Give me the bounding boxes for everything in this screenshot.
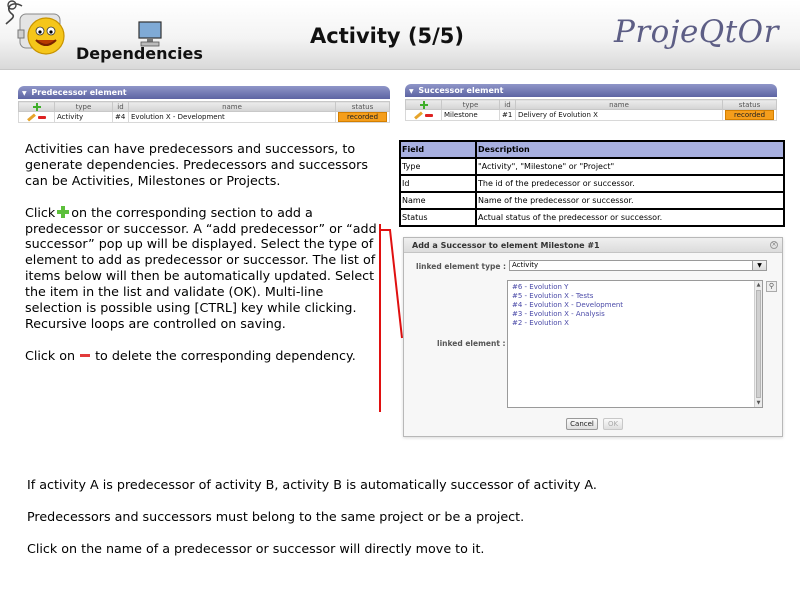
- column-header-name: name: [515, 99, 723, 110]
- field-cell: Name: [399, 191, 477, 210]
- delete-paragraph-body: to delete the corresponding dependency.: [95, 347, 356, 363]
- row-actions: [18, 111, 55, 123]
- delete-paragraph-lead: Click on: [25, 347, 76, 363]
- brand-name: ProjeQtOr: [614, 14, 779, 50]
- scrollbar-thumb[interactable]: [756, 290, 761, 398]
- cell-id: #4: [112, 111, 129, 123]
- list-item[interactable]: #5 - Evolution X - Tests: [512, 292, 762, 301]
- list-item[interactable]: #3 - Evolution X - Analysis: [512, 310, 762, 319]
- add-icon: [57, 205, 70, 218]
- dialog-title-text: Add a Successor to element Milestone #1: [412, 241, 600, 250]
- add-icon[interactable]: [419, 100, 428, 109]
- add-successor-dialog: Add a Successor to element Milestone #1 …: [403, 237, 783, 437]
- bottom-line-2: Predecessors and successors must belong …: [27, 509, 525, 524]
- successor-panel-title: Successor element: [418, 86, 504, 95]
- edit-icon[interactable]: [27, 112, 36, 122]
- table-row: Id The id of the predecessor or successor…: [399, 174, 785, 193]
- table-row: Milestone #1 Delivery of Evolution X rec…: [405, 109, 777, 121]
- successor-table: type id name status Milestone #1 Deliver…: [405, 99, 777, 121]
- linked-element-type-select[interactable]: Activity ▼: [509, 260, 767, 271]
- linked-element-label: linked element :: [437, 339, 506, 348]
- delete-paragraph: Click on to delete the corresponding depe…: [25, 348, 380, 364]
- predecessor-panel-header[interactable]: ▼ Predecessor element: [18, 86, 390, 99]
- add-icon[interactable]: [32, 102, 41, 111]
- column-header-name: name: [128, 101, 336, 112]
- bottom-line-1: If activity A is predecessor of activity…: [27, 477, 597, 492]
- list-scrollbar[interactable]: ▲ ▼: [754, 281, 762, 407]
- collapse-arrow-icon[interactable]: ▼: [409, 88, 414, 95]
- list-item[interactable]: #6 - Evolution Y: [512, 283, 762, 292]
- column-header-status: status: [722, 99, 777, 110]
- cell-name[interactable]: Evolution X - Development: [128, 111, 336, 123]
- delete-icon[interactable]: [425, 113, 433, 117]
- table-row: Name Name of the predecessor or successor…: [399, 191, 785, 210]
- edit-icon[interactable]: [414, 110, 423, 120]
- field-cell: Type: [399, 157, 477, 176]
- search-icon[interactable]: ⚲: [766, 281, 777, 292]
- section-title: Dependencies: [76, 44, 203, 63]
- dialog-title: Add a Successor to element Milestone #1 …: [404, 238, 782, 253]
- field-header: Field: [399, 140, 477, 159]
- predecessor-panel: ▼ Predecessor element type id name statu…: [18, 86, 390, 123]
- column-header-id: id: [112, 101, 129, 112]
- scroll-down-icon[interactable]: ▼: [755, 399, 762, 407]
- dropdown-icon[interactable]: ▼: [752, 261, 766, 270]
- row-actions: [405, 109, 442, 121]
- add-paragraph-lead: Click: [25, 204, 56, 220]
- table-row: Status Actual status of the predecessor o…: [399, 208, 785, 227]
- field-description-table: Field Description Type "Activity", "Miles…: [399, 140, 785, 227]
- collapse-arrow-icon[interactable]: ▼: [22, 90, 27, 97]
- table-row: Activity #4 Evolution X - Development re…: [18, 111, 390, 123]
- successor-panel-header[interactable]: ▼ Successor element: [405, 84, 777, 97]
- cell-status: recorded: [335, 111, 390, 123]
- logo-icon: [5, 0, 65, 55]
- cancel-button[interactable]: Cancel: [566, 418, 598, 430]
- add-paragraph-body: on the corresponding section to add a pr…: [25, 204, 377, 331]
- delete-icon: [80, 353, 91, 357]
- field-cell: Id: [399, 174, 477, 193]
- cell-type: Milestone: [441, 109, 500, 121]
- instructions-text: Activities can have predecessors and suc…: [25, 141, 380, 380]
- list-item[interactable]: #2 - Evolution X: [512, 319, 762, 328]
- page-header: Dependencies Activity (5/5) ProjeQtOr: [0, 0, 800, 70]
- cell-name[interactable]: Delivery of Evolution X: [515, 109, 723, 121]
- page-title: Activity (5/5): [310, 24, 464, 48]
- selected-type-value: Activity: [512, 261, 539, 269]
- linked-element-list[interactable]: #6 - Evolution Y #5 - Evolution X - Test…: [507, 280, 763, 408]
- scroll-up-icon[interactable]: ▲: [755, 281, 762, 289]
- add-successor-cell[interactable]: [405, 99, 442, 110]
- description-cell: Actual status of the predecessor or succ…: [475, 208, 785, 227]
- linked-element-type-label: linked element type :: [416, 262, 507, 271]
- description-cell: Name of the predecessor or successor.: [475, 191, 785, 210]
- list-item[interactable]: #4 - Evolution X - Development: [512, 301, 762, 310]
- delete-icon[interactable]: [38, 115, 46, 119]
- status-badge: recorded: [725, 110, 774, 120]
- close-icon[interactable]: ×: [770, 241, 778, 249]
- status-badge: recorded: [338, 112, 387, 122]
- bottom-line-3: Click on the name of a predecessor or su…: [27, 541, 485, 556]
- column-header-type: type: [441, 99, 500, 110]
- description-header: Description: [475, 140, 785, 159]
- add-paragraph: Click on the corresponding section to add…: [25, 205, 380, 332]
- intro-paragraph: Activities can have predecessors and suc…: [25, 141, 368, 188]
- predecessor-table: type id name status Activity #4 Evolutio…: [18, 101, 390, 123]
- column-header-id: id: [499, 99, 516, 110]
- ok-button[interactable]: OK: [603, 418, 623, 430]
- successor-panel: ▼ Successor element type id name status …: [405, 84, 777, 121]
- description-cell: "Activity", "Milestone" or "Project": [475, 157, 785, 176]
- cell-type: Activity: [54, 111, 113, 123]
- cell-id: #1: [499, 109, 516, 121]
- predecessor-panel-title: Predecessor element: [31, 88, 127, 97]
- cell-status: recorded: [722, 109, 777, 121]
- description-cell: The id of the predecessor or successor.: [475, 174, 785, 193]
- column-header-status: status: [335, 101, 390, 112]
- column-header-type: type: [54, 101, 113, 112]
- add-predecessor-cell[interactable]: [18, 101, 55, 112]
- table-row: Type "Activity", "Milestone" or "Project": [399, 157, 785, 176]
